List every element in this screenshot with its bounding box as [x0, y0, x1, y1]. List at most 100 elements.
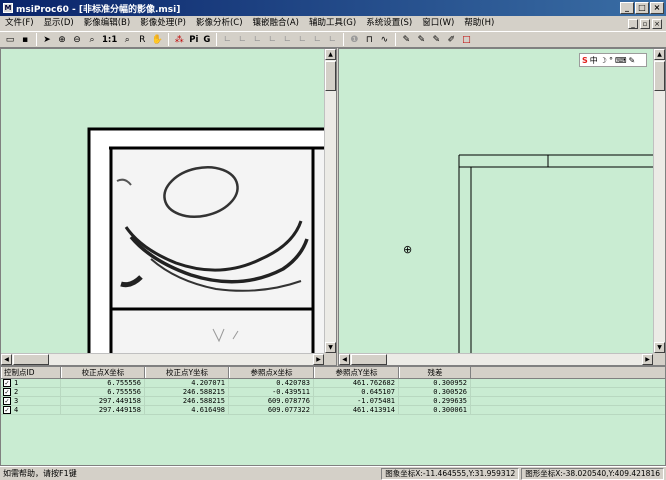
column-header[interactable]: 校正点X坐标: [61, 367, 145, 378]
zoom-window-icon[interactable]: ⌕: [120, 33, 134, 47]
correction-x: 6.755556: [61, 379, 145, 387]
reference-x: -0.439511: [229, 388, 314, 396]
table-row[interactable]: ✓ 4 297.449158 4.616498 609.077322 461.41…: [1, 406, 665, 415]
pen-edit-icon[interactable]: ✎: [429, 33, 443, 47]
pen-icon[interactable]: ✎: [399, 33, 413, 47]
right-vscroll-thumb[interactable]: [654, 61, 665, 91]
zoom-out-icon[interactable]: ⊖: [70, 33, 84, 47]
zoom-in-icon[interactable]: ⊕: [55, 33, 69, 47]
toolbar-separator: [395, 33, 397, 46]
row-checkbox[interactable]: ✓: [3, 379, 11, 387]
menu-file[interactable]: 文件(F): [0, 16, 39, 31]
edit-vertex-icon[interactable]: ∟: [250, 33, 264, 47]
left-vscroll-thumb[interactable]: [325, 61, 336, 91]
ruler-icon[interactable]: ⊓: [362, 33, 376, 47]
column-header[interactable]: 控制点ID: [1, 367, 61, 378]
edit-move-icon[interactable]: ∟: [265, 33, 279, 47]
scroll-up-icon[interactable]: ▲: [325, 49, 336, 60]
scroll-left-icon[interactable]: ◀: [339, 354, 350, 365]
right-horizontal-scrollbar[interactable]: ◀ ▶: [339, 353, 653, 365]
zoom-icon[interactable]: ⌕: [85, 33, 99, 47]
menu-mosaic-fusion[interactable]: 镶嵌融合(A): [248, 16, 304, 31]
right-vertical-scrollbar[interactable]: ▲ ▼: [653, 49, 665, 353]
scrollbar-corner: [653, 353, 665, 365]
correction-y: 4.207071: [145, 379, 229, 387]
maximize-button[interactable]: □: [635, 2, 649, 14]
menu-display[interactable]: 显示(D): [39, 16, 79, 31]
residual: 0.300061: [399, 406, 471, 414]
scroll-right-icon[interactable]: ▶: [642, 354, 653, 365]
scroll-up-icon[interactable]: ▲: [654, 49, 665, 60]
correction-y: 246.588215: [145, 388, 229, 396]
left-vertical-scrollbar[interactable]: ▲ ▼: [324, 49, 336, 353]
column-header[interactable]: 参照点Y坐标: [314, 367, 399, 378]
menu-image-process[interactable]: 影像处理(P): [135, 16, 191, 31]
residual: 0.300526: [399, 388, 471, 396]
g-button[interactable]: G: [201, 33, 212, 47]
minimize-button[interactable]: _: [620, 2, 634, 14]
menu-help[interactable]: 帮助(H): [459, 16, 499, 31]
menu-window[interactable]: 窗口(W): [417, 16, 459, 31]
pen-plus-icon[interactable]: ✎: [414, 33, 428, 47]
edit-join-icon[interactable]: ∟: [310, 33, 324, 47]
scroll-right-icon[interactable]: ▶: [313, 354, 324, 365]
row-checkbox[interactable]: ✓: [3, 388, 11, 396]
scrollbar-corner: [324, 353, 336, 365]
edit-delete-icon[interactable]: ∟: [280, 33, 294, 47]
left-hscroll-thumb[interactable]: [13, 354, 49, 365]
pointer-icon[interactable]: ➤: [40, 33, 54, 47]
close-button[interactable]: ×: [650, 2, 664, 14]
zoom-actual-size-button[interactable]: 1:1: [100, 33, 119, 47]
info-icon[interactable]: ❶: [347, 33, 361, 47]
table-row[interactable]: ✓ 1 6.755556 4.207071 0.420783 461.762682…: [1, 379, 665, 388]
edit-point-icon[interactable]: ∟: [220, 33, 234, 47]
menu-image-edit[interactable]: 影像编辑(B): [79, 16, 135, 31]
save-icon[interactable]: ▪: [18, 33, 32, 47]
edit-rotate-icon[interactable]: ∟: [325, 33, 339, 47]
residual: 0.300952: [399, 379, 471, 387]
table-row[interactable]: ✓ 3 297.449158 246.588215 609.078776 -1.0…: [1, 397, 665, 406]
menu-system-settings[interactable]: 系统设置(S): [361, 16, 417, 31]
reference-x: 609.078776: [229, 397, 314, 405]
correction-x: 297.449158: [61, 406, 145, 414]
scroll-down-icon[interactable]: ▼: [325, 342, 336, 353]
select-points-icon[interactable]: ⁂: [172, 33, 186, 47]
refresh-icon[interactable]: R: [135, 33, 149, 47]
column-header[interactable]: 校正点Y坐标: [145, 367, 229, 378]
menu-aux-tools[interactable]: 辅助工具(G): [304, 16, 361, 31]
app-icon[interactable]: M: [3, 3, 13, 13]
open-file-icon[interactable]: ▭: [3, 33, 17, 47]
reference-vector-lines: [458, 154, 655, 355]
pen-delete-icon[interactable]: ✐: [444, 33, 458, 47]
column-header[interactable]: 参照点x坐标: [229, 367, 314, 378]
table-header: 控制点ID 校正点X坐标 校正点Y坐标 参照点x坐标 参照点Y坐标 残差: [1, 367, 665, 379]
pan-hand-icon[interactable]: ✋: [150, 33, 164, 47]
status-bar: 如需帮助，请按F1键 图象坐标X:-11.464555,Y:31.959312 …: [0, 466, 666, 480]
point-id: 4: [14, 406, 19, 414]
menu-image-analysis[interactable]: 影像分析(C): [191, 16, 248, 31]
scroll-down-icon[interactable]: ▼: [654, 342, 665, 353]
reference-image-pane[interactable]: S 中 ☽ ° ⌨ ✎ ⊕ ▲ ▼ ◀ ▶: [338, 48, 666, 366]
row-checkbox[interactable]: ✓: [3, 406, 11, 414]
mdi-minimize-button[interactable]: _: [628, 18, 638, 29]
toolbar-separator: [216, 33, 218, 46]
left-horizontal-scrollbar[interactable]: ◀ ▶: [1, 353, 324, 365]
edit-split-icon[interactable]: ∟: [295, 33, 309, 47]
rectangle-icon[interactable]: □: [459, 33, 473, 47]
right-hscroll-thumb[interactable]: [351, 354, 387, 365]
table-row[interactable]: ✓ 2 6.755556 246.588215 -0.439511 0.64510…: [1, 388, 665, 397]
row-checkbox[interactable]: ✓: [3, 397, 11, 405]
point-id: 2: [14, 388, 19, 396]
reference-y: -1.075481: [314, 397, 399, 405]
curve-icon[interactable]: ∿: [377, 33, 391, 47]
mdi-restore-button[interactable]: ▫: [640, 18, 650, 29]
reference-y: 461.413914: [314, 406, 399, 414]
reference-x: 609.077322: [229, 406, 314, 414]
edit-line-icon[interactable]: ∟: [235, 33, 249, 47]
scroll-left-icon[interactable]: ◀: [1, 354, 12, 365]
pi-button[interactable]: Pi: [187, 33, 200, 47]
mdi-close-button[interactable]: ×: [652, 18, 662, 29]
correction-image-pane[interactable]: ▲ ▼ ◀ ▶: [0, 48, 337, 366]
column-header[interactable]: 残差: [399, 367, 471, 378]
status-help-text: 如需帮助，请按F1键: [3, 469, 77, 478]
